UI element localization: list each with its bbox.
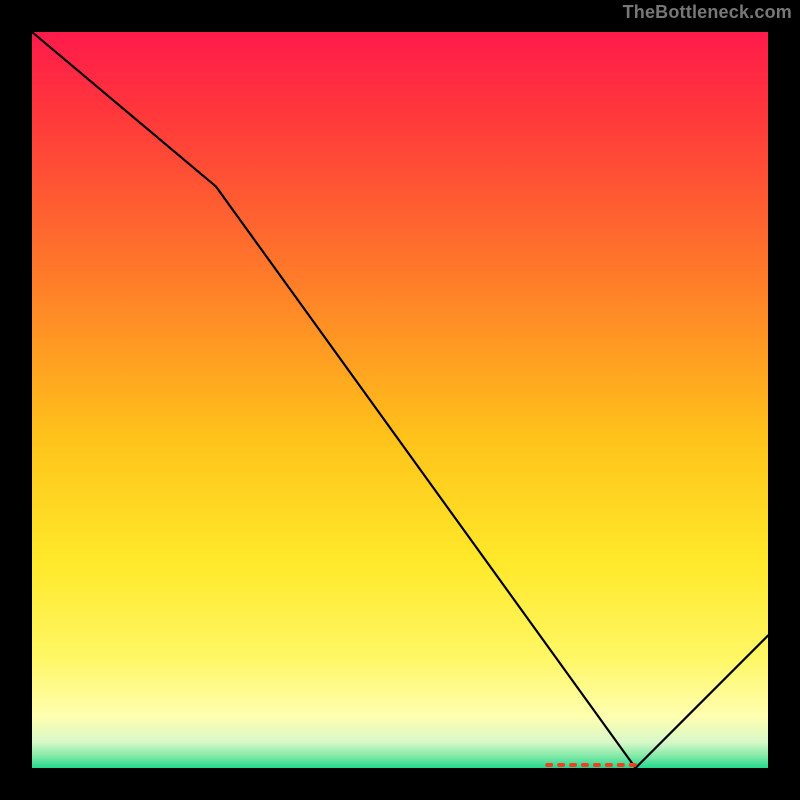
- chart-svg: [32, 32, 768, 768]
- attribution-text: TheBottleneck.com: [623, 2, 792, 23]
- bottleneck-curve: [32, 32, 768, 768]
- plot-area: [30, 30, 770, 770]
- gradient-background: [32, 32, 768, 768]
- chart-frame: TheBottleneck.com: [0, 0, 800, 800]
